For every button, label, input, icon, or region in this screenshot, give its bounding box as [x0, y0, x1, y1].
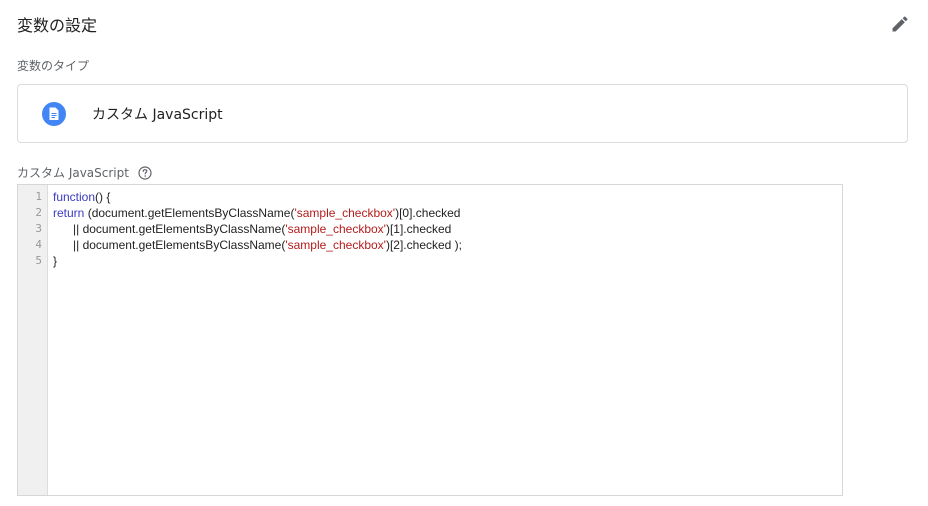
code-line: || document.getElementsByClassName('samp… [53, 237, 838, 253]
line-number: 5 [35, 254, 42, 267]
code-text: )[0].checked [395, 206, 461, 220]
code-text: (document.getElementsByClassName( [84, 206, 295, 220]
line-number: 3 [35, 222, 42, 235]
code-line: } [53, 253, 838, 269]
code-keyword: return [53, 206, 85, 220]
line-number: 2 [35, 206, 42, 219]
line-number: 4 [35, 238, 42, 251]
code-text: || document.getElementsByClassName( [53, 222, 286, 236]
code-string: 'sample_checkbox' [294, 206, 396, 220]
line-number-gutter: 1 2 3 4 5 [18, 185, 48, 495]
line-number: 1 [35, 190, 42, 203]
code-string: 'sample_checkbox' [285, 222, 386, 236]
variable-type-name: カスタム JavaScript [92, 107, 223, 123]
code-line: function() { [53, 189, 838, 205]
pencil-icon [892, 16, 908, 32]
code-text: )[1].checked [385, 222, 452, 236]
code-text: () { [95, 190, 111, 204]
code-content[interactable]: function() {return (document.getElements… [53, 189, 838, 269]
code-editor[interactable]: 1 2 3 4 5 function() {return (document.g… [17, 184, 843, 496]
code-editor-label: カスタム JavaScript [17, 164, 152, 181]
code-line: return (document.getElementsByClassName(… [53, 205, 838, 221]
document-icon [42, 102, 66, 126]
code-editor-label-text: カスタム JavaScript [17, 166, 129, 180]
code-string: 'sample_checkbox' [285, 238, 386, 252]
code-text: )[2].checked ); [385, 238, 462, 252]
edit-button[interactable] [886, 10, 914, 38]
page-title: 変数の設定 [17, 16, 98, 35]
help-icon[interactable] [138, 165, 152, 180]
code-text: } [53, 254, 58, 268]
code-line: || document.getElementsByClassName('samp… [53, 221, 838, 237]
code-text: || document.getElementsByClassName( [53, 238, 286, 252]
variable-type-label: 変数のタイプ [17, 59, 90, 73]
variable-type-card[interactable]: カスタム JavaScript [17, 84, 908, 143]
code-keyword: function [53, 190, 96, 204]
